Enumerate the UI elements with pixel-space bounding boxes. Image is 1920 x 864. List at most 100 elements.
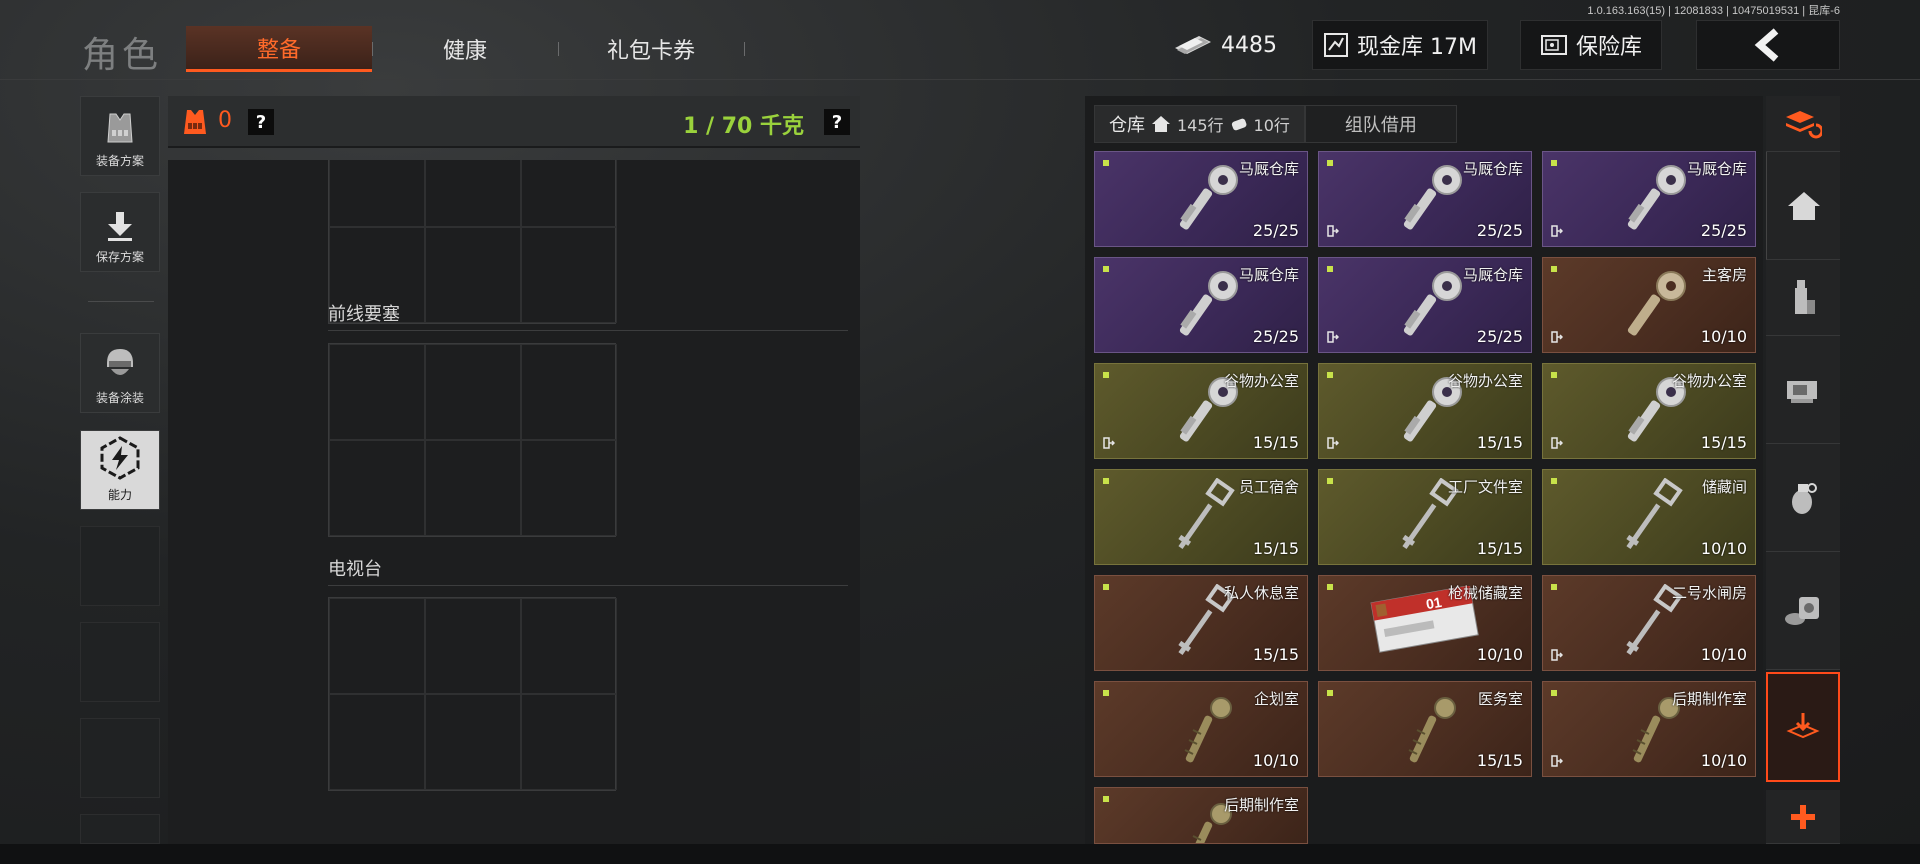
empty-slot[interactable] — [80, 814, 160, 844]
section-title: 电视台 — [328, 559, 382, 580]
empty-slot[interactable] — [80, 526, 160, 606]
item-name: 谷物办公室 — [1671, 372, 1747, 390]
item-name: 主客房 — [1701, 266, 1747, 284]
key-icon — [1167, 690, 1247, 774]
item-durability: 25/25 — [1476, 221, 1523, 240]
empty-slot[interactable] — [80, 718, 160, 798]
warehouse-item[interactable]: 员工宿舍 15/15 — [1094, 469, 1308, 565]
exit-icon — [1551, 649, 1563, 661]
tab-health[interactable]: 健康 — [372, 26, 558, 72]
ability-icon — [100, 436, 140, 480]
case-icon — [1231, 118, 1246, 131]
safe-vault-button[interactable]: 保险库 — [1520, 20, 1662, 70]
warehouse-item[interactable]: 马厩仓库 25/25 — [1318, 257, 1532, 353]
key-icon — [1167, 266, 1247, 350]
armor-help-button[interactable]: ? — [248, 109, 274, 135]
new-indicator — [1327, 690, 1333, 696]
item-name: 马厩仓库 — [1686, 160, 1747, 178]
deposit-icon — [1786, 713, 1820, 739]
warehouse-item[interactable]: 谷物办公室 15/15 — [1094, 363, 1308, 459]
warehouse-tab-label: 仓库 — [1109, 115, 1145, 136]
deposit-button[interactable] — [1766, 672, 1840, 782]
tab-divider — [744, 42, 745, 56]
vest-icon — [107, 113, 133, 143]
item-name: 医务室 — [1477, 690, 1523, 708]
medical-filter-button[interactable] — [1766, 260, 1840, 336]
download-icon — [108, 212, 132, 241]
tab-warehouse[interactable]: 仓库 145行 10行 — [1094, 105, 1305, 143]
empty-slot[interactable] — [80, 622, 160, 702]
section-divider — [328, 585, 848, 586]
item-name: 马厩仓库 — [1238, 160, 1299, 178]
warehouse-item[interactable]: 企划室 10/10 — [1094, 681, 1308, 777]
add-button[interactable] — [1766, 790, 1840, 844]
new-indicator — [1327, 478, 1333, 484]
warehouse-item[interactable]: 马厩仓库 25/25 — [1318, 151, 1532, 247]
new-indicator — [1327, 372, 1333, 378]
container-grid[interactable] — [328, 343, 617, 537]
tape-icon — [1785, 596, 1819, 625]
warehouse-item[interactable]: 01 枪械储藏室 10/10 — [1318, 575, 1532, 671]
item-name: 马厩仓库 — [1462, 266, 1523, 284]
item-durability: 15/15 — [1252, 645, 1299, 664]
warehouse-item[interactable]: 谷物办公室 15/15 — [1318, 363, 1532, 459]
attachment-filter-button[interactable] — [1766, 336, 1840, 444]
ability-button[interactable]: 能力 — [80, 430, 160, 510]
warehouse-item[interactable]: 后期制作室 — [1094, 787, 1308, 844]
tab-gift-cards[interactable]: 礼包卡券 — [558, 26, 744, 72]
item-name: 谷物办公室 — [1223, 372, 1299, 390]
nav-label: 保存方案 — [95, 250, 144, 264]
key-icon — [1167, 160, 1247, 244]
warehouse-item[interactable]: 私人休息室 15/15 — [1094, 575, 1308, 671]
warehouse-item[interactable]: 后期制作室 10/10 — [1542, 681, 1756, 777]
skin-button[interactable]: 装备涂装 — [80, 333, 160, 413]
warehouse-item[interactable]: 储藏间 10/10 — [1542, 469, 1756, 565]
new-indicator — [1551, 584, 1557, 590]
save-preset-button[interactable]: 保存方案 — [80, 192, 160, 272]
warehouse-item[interactable]: 谷物办公室 15/15 — [1542, 363, 1756, 459]
warehouse-item[interactable]: 马厩仓库 25/25 — [1094, 151, 1308, 247]
misc-filter-button[interactable] — [1766, 552, 1840, 670]
key-icon — [1615, 477, 1695, 562]
grenade-filter-button[interactable] — [1766, 444, 1840, 552]
chevron-left-icon — [1754, 28, 1779, 62]
exit-icon — [1551, 225, 1563, 237]
cash-icon — [1175, 36, 1211, 54]
item-name: 后期制作室 — [1671, 690, 1747, 708]
warehouse-item[interactable]: 主客房 10/10 — [1542, 257, 1756, 353]
warehouse-item[interactable]: 二号水闸房 10/10 — [1542, 575, 1756, 671]
home-icon — [1152, 116, 1170, 132]
nav-label: 能力 — [107, 488, 132, 502]
container-grid[interactable] — [328, 597, 617, 791]
key-icon — [1167, 477, 1247, 562]
tab-equip[interactable]: 整备 — [186, 26, 372, 72]
loadout-preset-button[interactable]: 装备方案 — [80, 96, 160, 176]
weight-help-button[interactable]: ? — [824, 109, 850, 135]
warehouse-item[interactable]: 马厩仓库 25/25 — [1094, 257, 1308, 353]
cash-vault-button[interactable]: 现金库 17M — [1312, 20, 1488, 70]
exit-icon — [1551, 437, 1563, 449]
nav-divider — [88, 301, 154, 302]
weight-label: 1 / 70 千克 — [683, 114, 804, 139]
new-indicator — [1327, 160, 1333, 166]
item-durability: 10/10 — [1700, 751, 1747, 770]
exit-icon — [1327, 331, 1339, 343]
bottle-icon — [1795, 279, 1815, 314]
new-indicator — [1103, 690, 1109, 696]
home-filter-button[interactable] — [1766, 152, 1840, 260]
warehouse-item[interactable]: 医务室 15/15 — [1318, 681, 1532, 777]
back-button[interactable] — [1696, 20, 1840, 70]
nav-label: 装备方案 — [95, 154, 144, 168]
item-durability: 10/10 — [1252, 751, 1299, 770]
key-icon — [1615, 266, 1695, 350]
warehouse-item[interactable]: 工厂文件室 15/15 — [1318, 469, 1532, 565]
new-indicator — [1103, 372, 1109, 378]
tab-team-borrow[interactable]: 组队借用 — [1304, 105, 1457, 143]
warehouse-item[interactable]: 马厩仓库 25/25 — [1542, 151, 1756, 247]
item-durability: 15/15 — [1476, 751, 1523, 770]
item-durability: 15/15 — [1252, 539, 1299, 558]
new-indicator — [1103, 478, 1109, 484]
sort-button[interactable] — [1766, 96, 1840, 152]
item-name: 工厂文件室 — [1447, 478, 1523, 496]
key-icon — [1391, 160, 1471, 244]
